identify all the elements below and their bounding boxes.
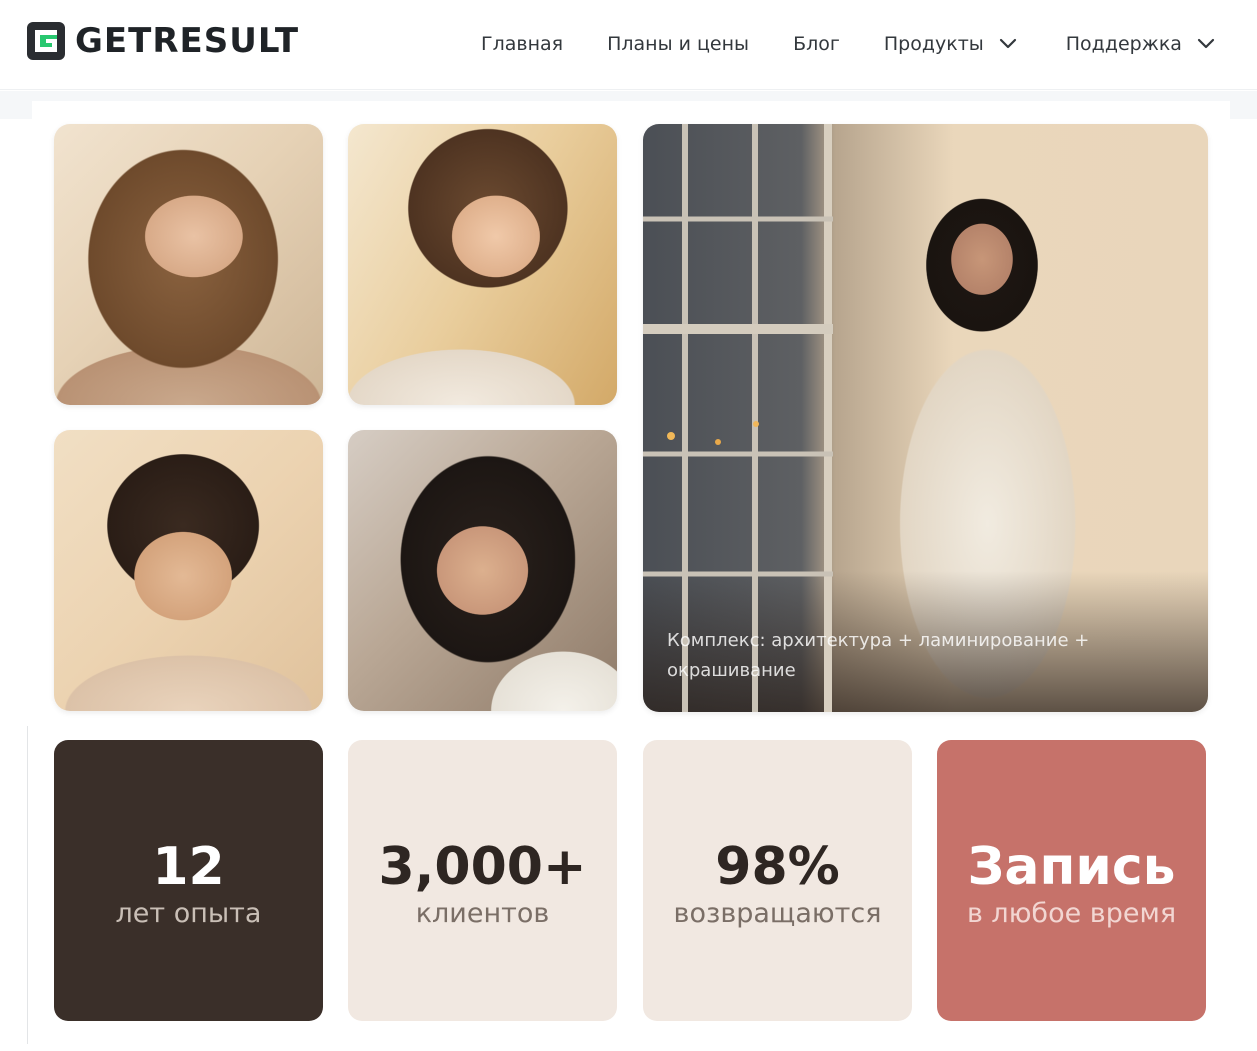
site-header: GETRESULT Главная Планы и цены Блог Прод… (0, 0, 1257, 90)
nav-item-home[interactable]: Главная (481, 33, 563, 55)
featured-photo-caption: Комплекс: архитектура + ламинирование + … (667, 630, 1090, 681)
nav-item-support[interactable]: Поддержка (1066, 33, 1216, 55)
stat-card-clients: 3,000+ клиентов (348, 740, 617, 1021)
brand-logo[interactable]: GETRESULT (27, 22, 299, 60)
stat-label: в любое время (966, 897, 1177, 929)
nav-item-label: Поддержка (1065, 33, 1182, 55)
getresult-logo-icon (27, 22, 65, 60)
booking-card-button[interactable]: Запись в любое время (937, 740, 1206, 1021)
nav-item-label: Главная (481, 33, 564, 55)
brand-name: GETRESULT (75, 21, 300, 61)
gallery-photo-3[interactable] (54, 430, 323, 711)
gallery-photo-featured[interactable]: Комплекс: архитектура + ламинирование + … (643, 124, 1208, 712)
stat-card-returning: 98% возвращаются (643, 740, 912, 1021)
stat-value: Запись (967, 836, 1176, 897)
main-nav: Главная Планы и цены Блог Продукты Подде… (481, 30, 1216, 58)
stat-value: 98% (715, 836, 840, 897)
stat-label: клиентов (415, 897, 550, 929)
nav-item-products[interactable]: Продукты (884, 33, 1018, 55)
chevron-down-icon (999, 38, 1016, 49)
nav-item-label: Планы и цены (607, 33, 750, 55)
stat-label: лет опыта (115, 897, 262, 929)
window-frame-decor (643, 124, 833, 712)
nav-item-label: Продукты (883, 33, 984, 55)
stat-value: 12 (152, 836, 225, 897)
nav-item-blog[interactable]: Блог (793, 33, 840, 55)
stat-label: возвращаются (673, 897, 882, 929)
gallery-photo-2[interactable] (348, 124, 617, 405)
chevron-down-icon (1197, 38, 1215, 49)
section-divider (27, 726, 28, 1044)
gallery-photo-1[interactable] (54, 124, 323, 405)
stat-value: 3,000+ (378, 836, 587, 897)
gallery-photo-4[interactable] (348, 430, 617, 711)
stat-card-experience: 12 лет опыта (54, 740, 323, 1021)
nav-item-label: Блог (793, 33, 840, 55)
nav-item-pricing[interactable]: Планы и цены (607, 33, 749, 55)
